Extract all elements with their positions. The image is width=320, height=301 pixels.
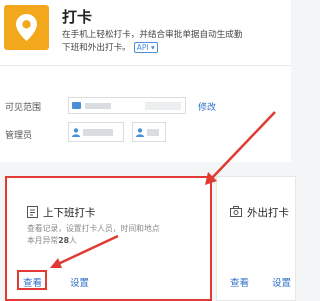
blurred-admin-name bbox=[83, 129, 113, 136]
card-title-field-clock: 外出打卡 bbox=[247, 207, 289, 219]
api-dropdown[interactable]: API ▾ bbox=[133, 42, 158, 53]
blurred-admin-name bbox=[147, 129, 159, 136]
anomaly-prefix: 本月异常 bbox=[27, 236, 59, 245]
app-title: 打卡 bbox=[62, 8, 93, 26]
app-description: 在手机上轻松打卡，并结合审批单据自动生成勤 下班和外出打卡。 API ▾ bbox=[62, 29, 291, 55]
camera-icon bbox=[230, 206, 242, 217]
location-pin-icon bbox=[16, 14, 37, 41]
person-icon bbox=[72, 128, 80, 137]
admin-chip[interactable] bbox=[68, 122, 124, 142]
admin-chip[interactable] bbox=[132, 122, 166, 142]
app-description-line2: 下班和外出打卡。 API ▾ bbox=[62, 42, 291, 55]
view-button-clock-in-out[interactable]: 查看 bbox=[17, 270, 47, 290]
settings-button-clock-in-out[interactable]: 设置 bbox=[70, 275, 89, 289]
card-description: 查看记录，设置打卡人员，时间和地点 bbox=[27, 224, 160, 233]
document-icon bbox=[27, 206, 38, 218]
app-header-panel: 打卡 在手机上轻松打卡，并结合审批单据自动生成勤 下班和外出打卡。 API ▾ 可… bbox=[0, 0, 291, 162]
divider bbox=[0, 65, 291, 66]
person-icon bbox=[136, 128, 144, 137]
blurred-scope-text bbox=[85, 103, 111, 109]
visibility-scope-field[interactable] bbox=[68, 97, 186, 114]
card-anomaly-summary: 本月异常28人 bbox=[27, 235, 77, 247]
anomaly-count: 28 bbox=[58, 236, 70, 245]
app-description-line2-text: 下班和外出打卡。 bbox=[62, 43, 131, 53]
view-button-field-clock[interactable]: 查看 bbox=[230, 275, 249, 289]
blurred-scope-text-2 bbox=[145, 102, 181, 110]
modify-visibility-link[interactable]: 修改 bbox=[198, 100, 216, 113]
app-description-line1: 在手机上轻松打卡，并结合审批单据自动生成勤 bbox=[62, 30, 243, 40]
folder-icon bbox=[72, 102, 81, 109]
app-icon bbox=[4, 5, 49, 50]
settings-button-field-clock[interactable]: 设置 bbox=[272, 275, 291, 289]
visibility-label: 可见范围 bbox=[5, 103, 42, 113]
card-title-clock-in-out: 上下班打卡 bbox=[43, 207, 96, 219]
admins-label: 管理员 bbox=[5, 131, 33, 141]
anomaly-suffix: 人 bbox=[69, 236, 77, 245]
view-label: 查看 bbox=[23, 278, 43, 289]
